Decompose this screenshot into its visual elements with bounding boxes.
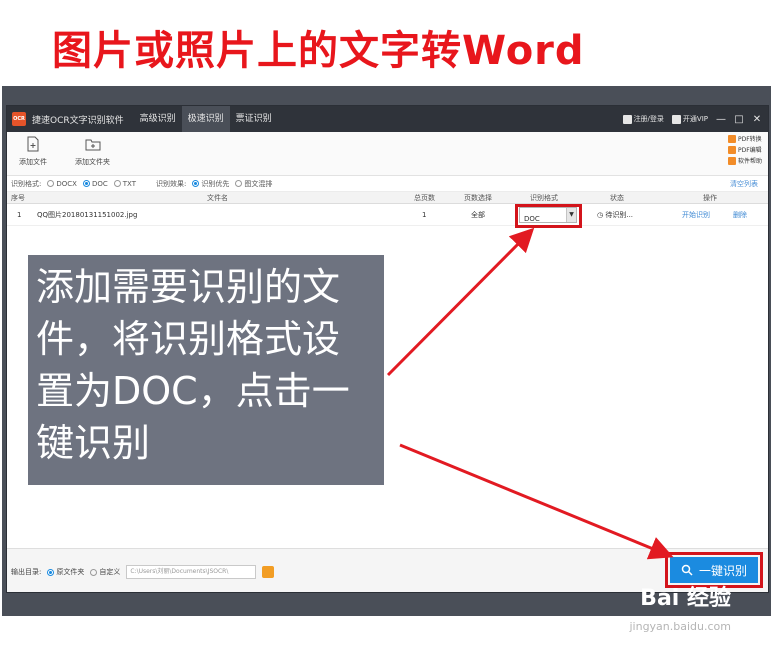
output-path-input[interactable]: C:\Users\刘丽\Documents\JSOCR\ xyxy=(126,565,257,579)
col-format: 识别格式 xyxy=(530,194,558,202)
add-folder-label: 添加文件夹 xyxy=(75,158,110,166)
row-status-label: 待识别... xyxy=(605,211,634,219)
side-links: PDF转换 PDF编辑 软件帮助 xyxy=(727,134,762,165)
login-label: 注册/登录 xyxy=(633,115,664,123)
table-header: 序号 文件名 总页数 页数选择 识别格式 状态 操作 xyxy=(7,192,768,204)
search-icon xyxy=(681,564,693,576)
effect-radio-priority[interactable]: 识别优先 xyxy=(192,179,229,189)
help-link[interactable]: 软件帮助 xyxy=(727,156,762,165)
effect-priority-label: 识别优先 xyxy=(201,179,230,188)
col-pages: 总页数 xyxy=(414,194,435,202)
instruction-callout: 添加需要识别的文件，将识别格式设置为DOC，点击一键识别 xyxy=(28,255,384,485)
format-txt-label: TXT xyxy=(122,179,136,188)
page-headline: 图片或照片上的文字转Word xyxy=(52,28,585,74)
vip-link[interactable]: 开通VIP xyxy=(671,114,708,124)
start-recognize-link[interactable]: 开始识别 xyxy=(682,204,710,226)
recognize-label: 一键识别 xyxy=(698,563,747,578)
radio-icon xyxy=(90,568,98,576)
add-folder-button[interactable]: 添加文件夹 xyxy=(75,136,110,167)
add-file-button[interactable]: 添加文件 xyxy=(19,136,47,167)
pdf-edit-link[interactable]: PDF编辑 xyxy=(727,145,762,154)
output-radio-custom[interactable]: 自定义 xyxy=(90,567,120,577)
minimize-button[interactable]: — xyxy=(716,114,726,125)
radio-checked-icon xyxy=(82,180,90,187)
folder-icon[interactable] xyxy=(262,566,275,578)
output-row: 输出目录: 原文件夹 自定义 C:\Users\刘丽\Documents\JSO… xyxy=(11,565,275,579)
radio-icon xyxy=(113,180,121,187)
radio-checked-icon xyxy=(47,568,55,576)
toolbar: 添加文件 添加文件夹 PDF转换 PDF编辑 软件帮助 xyxy=(7,132,768,176)
delete-link[interactable]: 删除 xyxy=(733,204,747,226)
col-page-select: 页数选择 xyxy=(464,194,492,202)
add-folder-icon xyxy=(85,139,100,151)
row-index: 1 xyxy=(17,211,22,219)
original-folder-label: 原文件夹 xyxy=(56,568,85,576)
clear-list-link[interactable]: 清空列表 xyxy=(730,179,758,189)
baidu-watermark: Bai 经验 xyxy=(640,586,731,611)
pdf-convert-label: PDF转换 xyxy=(737,136,762,143)
tab-fast[interactable]: 极速识别 xyxy=(181,106,230,132)
col-action: 操作 xyxy=(703,194,717,202)
title-bar: OCR 捷速OCR文字识别软件 高级识别 极速识别 票证识别 注册/登录 开通V… xyxy=(7,106,768,132)
row-filename: QQ图片20180131151002.jpg xyxy=(37,211,138,219)
tab-advanced[interactable]: 高级识别 xyxy=(134,106,182,132)
help-label: 软件帮助 xyxy=(737,158,762,165)
vip-label: 开通VIP xyxy=(682,115,708,123)
pdf-edit-label: PDF编辑 xyxy=(737,147,762,154)
radio-icon xyxy=(47,180,55,187)
pdf-edit-icon xyxy=(727,145,736,154)
pdf-convert-link[interactable]: PDF转换 xyxy=(727,134,762,143)
effect-mixed-label: 图文混排 xyxy=(244,179,273,188)
login-link[interactable]: 注册/登录 xyxy=(622,114,664,124)
format-highlight-box xyxy=(515,204,582,228)
row-status: ◷ 待识别... xyxy=(597,204,633,226)
vip-icon xyxy=(671,114,681,124)
maximize-button[interactable]: □ xyxy=(734,114,744,125)
effect-label: 识别效果: xyxy=(155,179,187,188)
app-title: 捷速OCR文字识别软件 xyxy=(32,115,124,126)
format-label: 识别格式: xyxy=(11,179,42,188)
format-radio-docx[interactable]: DOCX xyxy=(47,180,77,188)
format-docx-label: DOCX xyxy=(56,179,77,188)
output-radio-original[interactable]: 原文件夹 xyxy=(47,567,84,577)
title-right-group: 注册/登录 开通VIP — □ ✕ xyxy=(622,106,762,132)
tab-ticket[interactable]: 票证识别 xyxy=(230,106,278,132)
col-index: 序号 xyxy=(11,194,25,202)
close-button[interactable]: ✕ xyxy=(752,114,762,125)
user-icon xyxy=(622,114,632,124)
add-file-icon xyxy=(27,136,39,152)
custom-label: 自定义 xyxy=(99,568,121,576)
ocr-logo-icon: OCR xyxy=(12,112,26,126)
effect-radio-mixed[interactable]: 图文混排 xyxy=(235,179,272,189)
format-radio-doc[interactable]: DOC xyxy=(82,179,108,188)
help-icon xyxy=(727,156,736,165)
radio-checked-icon xyxy=(192,180,200,187)
output-label: 输出目录: xyxy=(11,568,42,576)
format-doc-label: DOC xyxy=(91,179,108,188)
radio-icon xyxy=(235,180,243,187)
row-page-select[interactable]: 全部 xyxy=(471,204,485,226)
col-status: 状态 xyxy=(610,194,624,202)
pdf-convert-icon xyxy=(727,134,736,143)
row-pages: 1 xyxy=(422,211,427,219)
format-radio-txt[interactable]: TXT xyxy=(113,179,136,188)
options-row: 识别格式: DOCX DOC TXT 识别效果: 识别优先 图文混排 清空列表 xyxy=(7,176,768,192)
add-file-label: 添加文件 xyxy=(19,158,47,166)
watermark-url: jingyan.baidu.com xyxy=(629,620,731,633)
col-filename: 文件名 xyxy=(207,194,228,202)
table-row: 1 QQ图片20180131151002.jpg 1 全部 DOC ▼ ◷ 待识… xyxy=(7,204,768,226)
